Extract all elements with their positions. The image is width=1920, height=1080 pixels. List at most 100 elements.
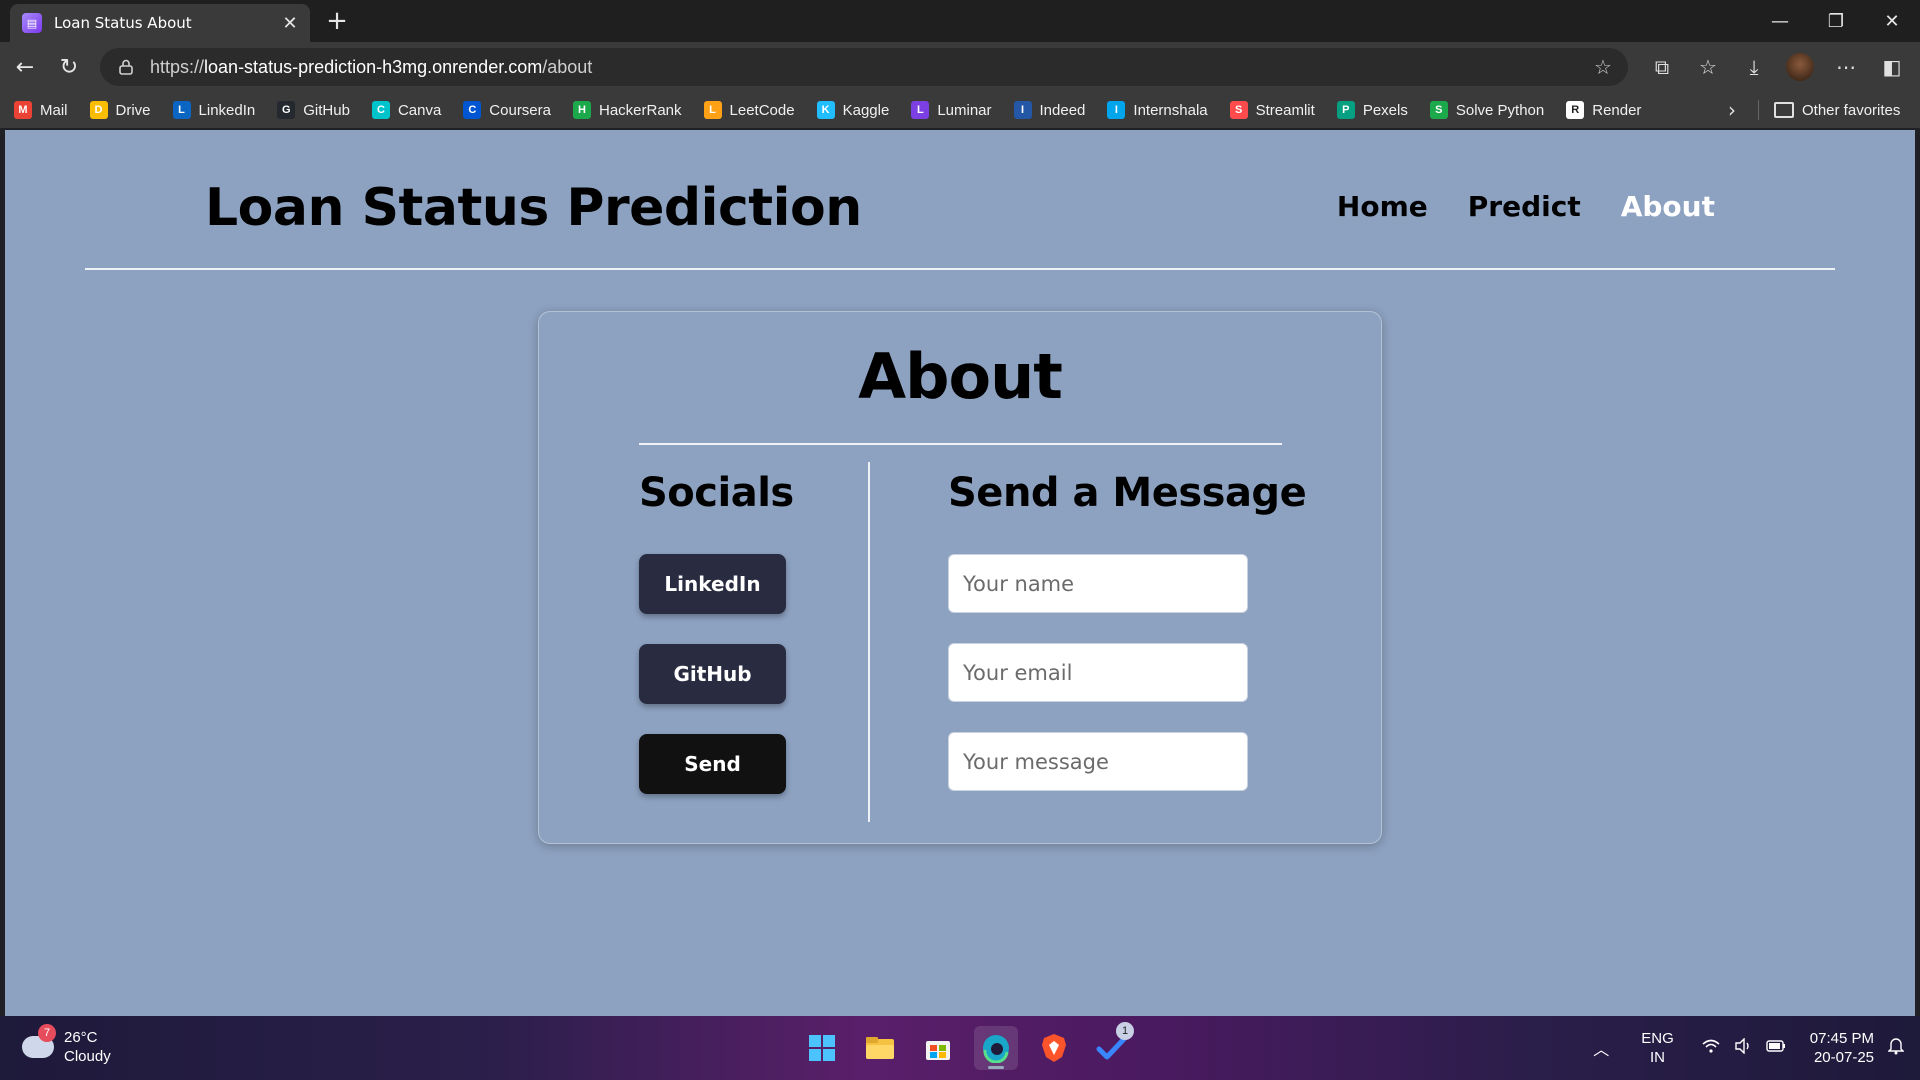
browser-tab[interactable]: ▤ Loan Status About ✕ — [10, 4, 310, 42]
favorite-label: Pexels — [1362, 101, 1408, 119]
taskbar: 7 26°C Cloudy 1 ︿ ENG IN 07:45 PM 20-07-… — [0, 1016, 1920, 1080]
about-card: About Socials Send a Message LinkedIn Gi… — [538, 311, 1382, 844]
nav-link-home[interactable]: Home — [1337, 190, 1428, 223]
favorite-label: Drive — [115, 101, 151, 119]
favorites-icon[interactable]: ☆ — [1690, 50, 1726, 84]
github-button[interactable]: GitHub — [639, 644, 786, 704]
kaggle-icon: K — [816, 101, 835, 119]
favorite-kaggle[interactable]: K Kaggle — [816, 96, 890, 124]
favorite-indeed[interactable]: I Indeed — [1013, 96, 1086, 124]
pexels-icon: P — [1336, 101, 1355, 119]
indeed-icon: I — [1013, 101, 1032, 119]
favorite-star-icon[interactable]: ☆ — [1586, 50, 1620, 84]
favorite-coursera[interactable]: C Coursera — [463, 96, 551, 124]
favorite-label: Mail — [40, 101, 68, 119]
favorite-label: Render — [1592, 101, 1642, 119]
pinned-apps: 1 — [800, 1022, 1134, 1070]
other-favorites-label: Other favorites — [1802, 101, 1901, 119]
back-arrow-icon[interactable]: ← — [8, 50, 42, 84]
favorite-drive[interactable]: D Drive — [89, 96, 151, 124]
linkedin-icon: L — [172, 101, 191, 119]
name-input[interactable] — [948, 554, 1248, 613]
about-heading: About — [858, 340, 1063, 413]
favorite-label: GitHub — [303, 101, 350, 119]
favorite-label: LinkedIn — [198, 101, 256, 119]
temperature: 26°C — [64, 1029, 98, 1046]
favorite-canva[interactable]: C Canva — [371, 96, 441, 124]
close-window-icon[interactable]: ✕ — [1864, 0, 1920, 42]
reload-icon[interactable]: ↻ — [52, 50, 86, 84]
site-info-icon[interactable] — [114, 55, 138, 79]
file-explorer-icon[interactable] — [858, 1026, 902, 1070]
chevron-up-icon[interactable]: ︿ — [1593, 1036, 1609, 1060]
nav-link-about[interactable]: About — [1621, 190, 1715, 223]
battery-icon[interactable] — [1766, 1039, 1786, 1058]
favorite-hackerrank[interactable]: H HackerRank — [573, 96, 682, 124]
start-windows-icon[interactable] — [800, 1026, 844, 1070]
url-scheme: https:// — [150, 56, 205, 77]
weather-widget[interactable]: 7 26°C Cloudy — [22, 1024, 111, 1066]
more-options-icon[interactable]: ⋯ — [1828, 50, 1864, 84]
downloads-icon[interactable]: ⤓ — [1736, 50, 1772, 84]
email-input[interactable] — [948, 643, 1248, 702]
restore-icon[interactable]: ❐ — [1808, 0, 1864, 42]
clock[interactable]: 07:45 PM 20-07-25 — [1810, 1029, 1874, 1067]
message-input[interactable] — [948, 732, 1248, 791]
minimize-icon[interactable]: — — [1752, 0, 1808, 42]
weather-condition: Cloudy — [64, 1048, 111, 1065]
about-divider — [639, 443, 1282, 445]
render-icon: R — [1566, 101, 1585, 119]
favorite-render[interactable]: R Render — [1566, 96, 1641, 124]
github-icon: G — [277, 101, 296, 119]
nav-link-predict[interactable]: Predict — [1468, 190, 1581, 223]
language-code: ENG — [1641, 1030, 1674, 1047]
volume-icon[interactable] — [1734, 1036, 1752, 1059]
sidebar-toggle-icon[interactable]: ◧ — [1874, 50, 1910, 84]
favorite-pexels[interactable]: P Pexels — [1336, 96, 1408, 124]
favorite-leetcode[interactable]: L LeetCode — [703, 96, 795, 124]
system-tray: ︿ ENG IN 07:45 PM 20-07-25 — [1593, 1024, 1905, 1072]
extensions-icon[interactable]: ⧉ — [1644, 50, 1680, 84]
site-title: Loan Status Prediction — [205, 178, 862, 238]
toolbar-icons: ⧉ ☆ ⤓ ⋯ ◧ — [1644, 50, 1910, 84]
chevron-right-icon[interactable]: › — [1718, 96, 1746, 124]
todo-badge: 1 — [1116, 1022, 1134, 1040]
tab-title: Loan Status About — [54, 14, 192, 32]
canva-icon: C — [371, 101, 390, 119]
favorite-internshala[interactable]: I Internshala — [1107, 96, 1208, 124]
close-tab-icon[interactable]: ✕ — [276, 9, 304, 37]
solve-python-icon: S — [1429, 101, 1448, 119]
favorite-solve-python[interactable]: S Solve Python — [1429, 96, 1544, 124]
favorite-label: Kaggle — [842, 101, 890, 119]
coursera-icon: C — [463, 101, 482, 119]
favorite-mail[interactable]: M Mail — [14, 96, 68, 124]
internshala-icon: I — [1107, 101, 1126, 119]
todo-app-icon[interactable]: 1 — [1090, 1022, 1134, 1070]
notifications-icon[interactable] — [1887, 1037, 1905, 1060]
profile-avatar[interactable] — [1786, 53, 1814, 81]
browser-toolbar: ← ↻ https://loan-status-prediction-h3mg.… — [0, 42, 1920, 92]
edge-browser-icon[interactable] — [974, 1026, 1018, 1070]
wifi-icon[interactable] — [1702, 1039, 1720, 1058]
browser-tab-strip: ▤ Loan Status About ✕ + — ❐ ✕ — [0, 0, 1920, 42]
favorite-label: Indeed — [1039, 101, 1086, 119]
other-favorites-folder[interactable]: Other favorites — [1774, 96, 1900, 124]
address-bar[interactable]: https://loan-status-prediction-h3mg.onre… — [100, 48, 1628, 86]
favorite-label: Luminar — [937, 101, 992, 119]
folder-icon — [1774, 102, 1794, 118]
microsoft-store-icon[interactable] — [916, 1026, 960, 1070]
linkedin-button[interactable]: LinkedIn — [639, 554, 786, 614]
favorites-list: M Mail D Drive L LinkedIn G GitHub C Canva C Course… — [0, 96, 1649, 124]
brave-browser-icon[interactable] — [1032, 1026, 1076, 1070]
favorite-streamlit[interactable]: S Streamlit — [1229, 96, 1315, 124]
send-button[interactable]: Send — [639, 734, 786, 794]
favorite-label: Coursera — [489, 101, 551, 119]
favorite-github[interactable]: G GitHub — [277, 96, 350, 124]
favorite-luminar[interactable]: L Luminar — [911, 96, 992, 124]
favorite-label: Streamlit — [1255, 101, 1315, 119]
url-text: https://loan-status-prediction-h3mg.onre… — [150, 57, 1586, 78]
new-tab-button[interactable]: + — [322, 6, 352, 36]
language-indicator[interactable]: ENG IN — [1641, 1029, 1674, 1067]
favorite-linkedin[interactable]: L LinkedIn — [172, 96, 256, 124]
favorites-divider — [1758, 100, 1759, 120]
